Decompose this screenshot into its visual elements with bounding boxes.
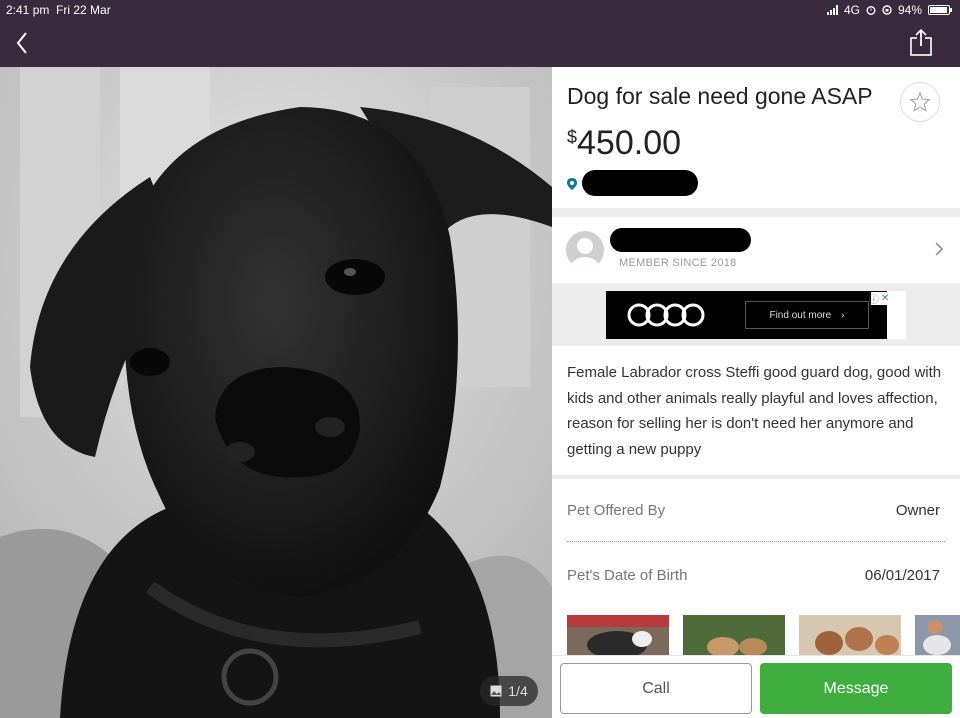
action-bar: Call Message xyxy=(552,655,960,718)
dog-thumbnail-image xyxy=(915,615,960,655)
price-amount: 450.00 xyxy=(577,124,682,162)
ad-cta-label: Find out more xyxy=(769,309,832,321)
detail-value-date-of-birth: 06/01/2017 xyxy=(864,567,940,584)
status-date: Fri 22 Mar xyxy=(56,3,111,17)
ad-creative: Find out more › ⓘ ✕ xyxy=(606,291,890,339)
seller-card[interactable]: MEMBER SINCE 2018 xyxy=(552,217,960,283)
ad-info-icon: ⓘ xyxy=(868,295,879,306)
message-button[interactable]: Message xyxy=(760,663,952,714)
signal-icon xyxy=(826,5,838,15)
listing-price: $450.00 xyxy=(567,124,681,163)
detail-value-offered-by: Owner xyxy=(895,502,940,519)
status-bar: 2:41 pm Fri 22 Mar 4G 94% xyxy=(0,0,960,20)
favorite-button[interactable] xyxy=(900,82,940,122)
location-redaction xyxy=(582,170,698,196)
ad-section: Find out more › ⓘ ✕ xyxy=(552,284,960,346)
chevron-right-small-icon: › xyxy=(841,309,845,321)
network-label: 4G xyxy=(843,3,860,17)
share-icon xyxy=(910,28,932,56)
ad-close-icon: ✕ xyxy=(880,293,890,304)
similar-listing-thumbnail[interactable] xyxy=(799,615,901,655)
ad-cta-button[interactable]: Find out more › xyxy=(745,301,869,329)
chevron-left-icon xyxy=(16,32,27,54)
image-icon xyxy=(490,685,502,697)
status-time: 2:41 pm Fri 22 Mar xyxy=(6,3,111,17)
star-icon xyxy=(909,91,931,112)
chevron-right-icon xyxy=(935,242,944,256)
similar-listing-thumbnail[interactable] xyxy=(567,615,669,655)
ad-banner[interactable]: Find out more › ⓘ ✕ xyxy=(606,291,906,339)
detail-divider xyxy=(567,541,945,542)
status-indicators: 4G 94% xyxy=(826,3,952,17)
alarm-icon xyxy=(866,6,876,15)
top-bar: 2:41 pm Fri 22 Mar 4G 94% xyxy=(0,0,960,67)
battery-icon xyxy=(928,5,952,15)
puppies-thumbnail-image xyxy=(683,615,785,655)
member-since-label: MEMBER SINCE 2018 xyxy=(619,257,737,269)
title-card: Dog for sale need gone ASAP $450.00 xyxy=(552,67,960,208)
dog-photo-image xyxy=(0,67,552,718)
similar-listing-thumbnail[interactable] xyxy=(915,615,960,655)
price-currency: $ xyxy=(567,127,578,147)
listing-photo[interactable] xyxy=(0,67,552,718)
listing-details-panel[interactable]: Dog for sale need gone ASAP $450.00 MEMB… xyxy=(552,67,960,718)
photo-counter: 1/4 xyxy=(480,676,538,706)
details-card: Pet Offered By Owner Pet's Date of Birth… xyxy=(552,479,960,607)
seller-name-redaction xyxy=(610,228,751,252)
detail-label-offered-by: Pet Offered By xyxy=(567,502,666,519)
audi-logo-icon xyxy=(627,303,705,327)
seller-avatar xyxy=(566,231,604,269)
description-card: Female Labrador cross Steffi good guard … xyxy=(552,346,960,475)
location-pin-icon xyxy=(567,178,577,190)
user-icon xyxy=(571,238,599,269)
listing-description: Female Labrador cross Steffi good guard … xyxy=(567,364,942,458)
detail-label-date-of-birth: Pet's Date of Birth xyxy=(567,567,688,584)
battery-percent: 94% xyxy=(897,3,922,17)
back-button[interactable] xyxy=(10,28,36,58)
dog-thumbnail-image xyxy=(567,615,669,655)
rotation-lock-icon xyxy=(882,5,892,15)
similar-listing-thumbnail[interactable] xyxy=(683,615,785,655)
call-button[interactable]: Call xyxy=(560,663,752,714)
share-button[interactable] xyxy=(908,28,934,58)
listing-title: Dog for sale need gone ASAP xyxy=(567,83,873,109)
puppies-thumbnail-image xyxy=(799,615,901,655)
photo-counter-label: 1/4 xyxy=(508,683,528,699)
ad-choices-button[interactable]: ⓘ ✕ xyxy=(868,292,890,306)
